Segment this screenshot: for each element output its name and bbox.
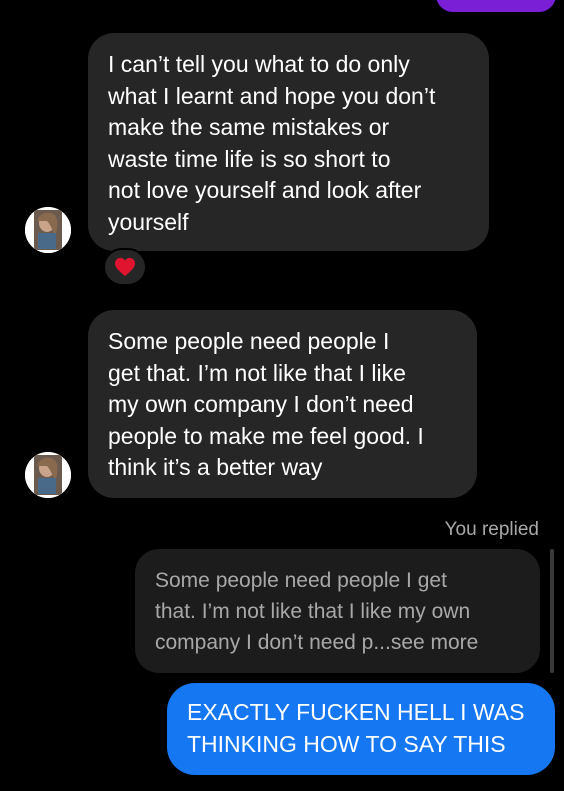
outgoing-message-bubble[interactable]: EXACTLY FUCKEN HELL I WAS THINKING HOW T… [167,683,555,775]
incoming-message-bubble[interactable]: Some people need people I get that. I’m … [88,310,477,498]
incoming-message-bubble[interactable]: I can’t tell you what to do only what I … [88,33,489,251]
previous-outgoing-bubble[interactable] [436,0,556,12]
avatar[interactable] [25,452,71,498]
reply-label: You replied [444,519,539,540]
avatar-photo [25,452,71,498]
quoted-reply-bubble[interactable]: Some people need people I get that. I’m … [135,549,540,673]
heart-icon [115,257,135,277]
reply-indicator-bar [550,549,554,673]
reaction-badge[interactable] [103,248,147,286]
avatar[interactable] [25,207,71,253]
avatar-photo [25,207,71,253]
